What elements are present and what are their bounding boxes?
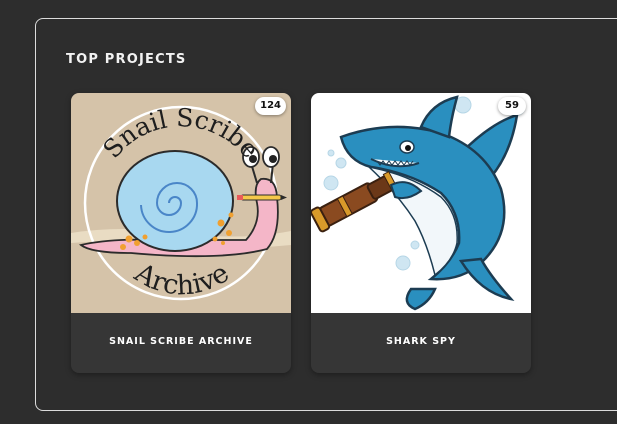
project-count-badge: 124 xyxy=(255,97,286,115)
project-card-snail-scribe-archive[interactable]: Snail Scribe Archive 124 SNAIL SCRIBE AR… xyxy=(71,93,291,373)
project-thumbnail: 59 xyxy=(311,93,531,313)
snail-scribe-artwork: Snail Scribe Archive xyxy=(71,93,291,313)
top-projects-panel: TOP PROJECTS Snail Scribe Archive 124 SN… xyxy=(35,18,617,411)
project-card-shark-spy[interactable]: 59 SHARK SPY xyxy=(311,93,531,373)
project-title: SNAIL SCRIBE ARCHIVE xyxy=(109,336,253,347)
project-thumbnail: Snail Scribe Archive 124 xyxy=(71,93,291,313)
project-title: SHARK SPY xyxy=(386,336,456,347)
section-title: TOP PROJECTS xyxy=(66,52,187,67)
shark-spy-artwork xyxy=(311,93,531,313)
project-count-badge: 59 xyxy=(498,97,526,115)
